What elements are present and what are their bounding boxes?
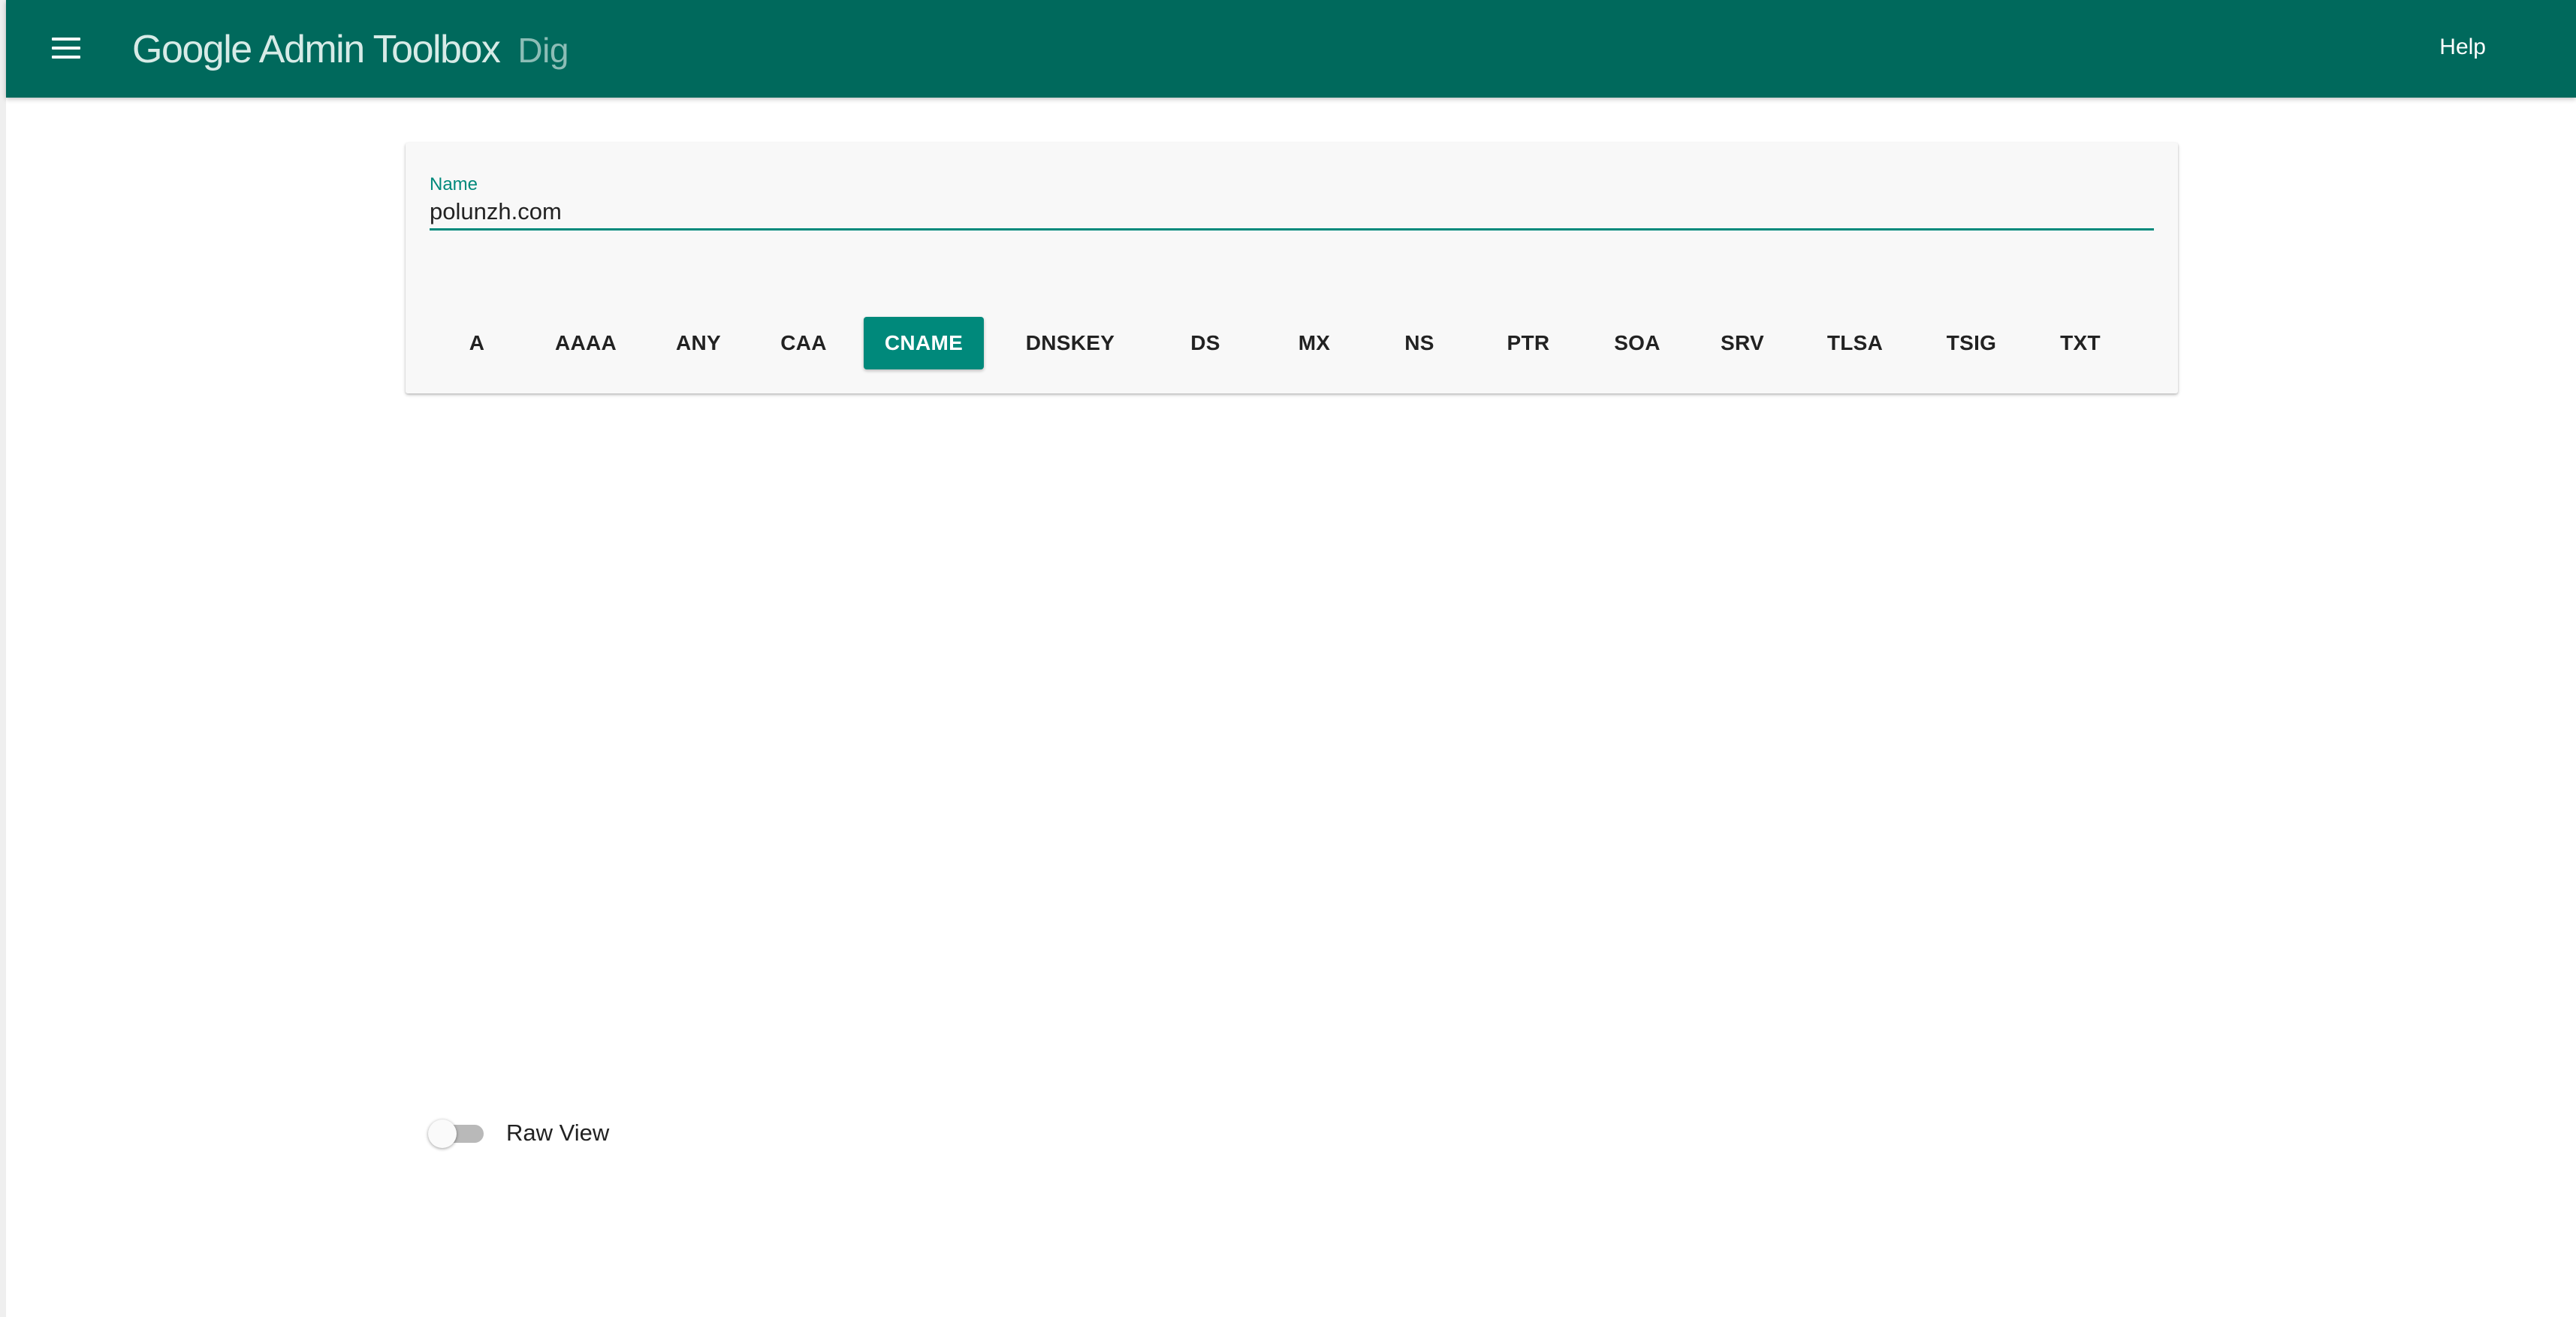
app-title: Google Admin Toolbox xyxy=(132,28,501,71)
record-type-selector: A AAAA ANY CAA CNAME DNSKEY DS MX NS PTR SOA SRV TLS… xyxy=(428,315,2155,371)
record-type-ds-button[interactable]: DS xyxy=(1149,317,1262,369)
record-type-tlsa-button[interactable]: TLSA xyxy=(1795,317,1915,369)
record-type-dnskey-button[interactable]: DNSKEY xyxy=(991,317,1149,369)
query-card: Name AAAAAANYCAACNAMEDNSKEYDSMXNSPTRSOAS… xyxy=(406,143,2178,393)
menu-button[interactable] xyxy=(45,27,87,69)
name-label: Name xyxy=(430,174,478,194)
record-type-mx-button[interactable]: MX xyxy=(1262,317,1367,369)
page: Google Admin Toolbox Dig Help Name AAAAA… xyxy=(0,0,2576,1317)
raw-view-toggle[interactable] xyxy=(428,1114,485,1152)
record-type-aaaa-button[interactable]: AAAA xyxy=(526,317,646,369)
record-type-ptr-button[interactable]: PTR xyxy=(1472,317,1585,369)
record-type-a-button[interactable]: A xyxy=(428,317,526,369)
record-type-soa-button[interactable]: SOA xyxy=(1585,317,1690,369)
raw-view-label: Raw View xyxy=(506,1120,610,1146)
record-type-cname-button[interactable]: CNAME xyxy=(864,317,984,369)
record-type-tsig-button[interactable]: TSIG xyxy=(1915,317,2028,369)
brand: Google Admin Toolbox Dig xyxy=(132,27,569,87)
raw-view-row: Raw View xyxy=(428,1114,609,1152)
record-type-caa-button[interactable]: CAA xyxy=(751,317,856,369)
help-link[interactable]: Help xyxy=(2439,35,2486,60)
app-subtitle: Dig xyxy=(517,31,569,70)
record-type-ns-button[interactable]: NS xyxy=(1367,317,1472,369)
name-field: Name xyxy=(430,174,2154,231)
name-input[interactable] xyxy=(430,195,2154,231)
toggle-thumb xyxy=(428,1120,457,1148)
record-type-any-button[interactable]: ANY xyxy=(646,317,751,369)
left-edge-divider xyxy=(0,0,6,1317)
record-type-srv-button[interactable]: SRV xyxy=(1690,317,1795,369)
hamburger-menu-icon xyxy=(52,38,80,41)
record-type-txt-button[interactable]: TXT xyxy=(2028,317,2133,369)
app-bar: Google Admin Toolbox Dig Help xyxy=(6,0,2576,98)
